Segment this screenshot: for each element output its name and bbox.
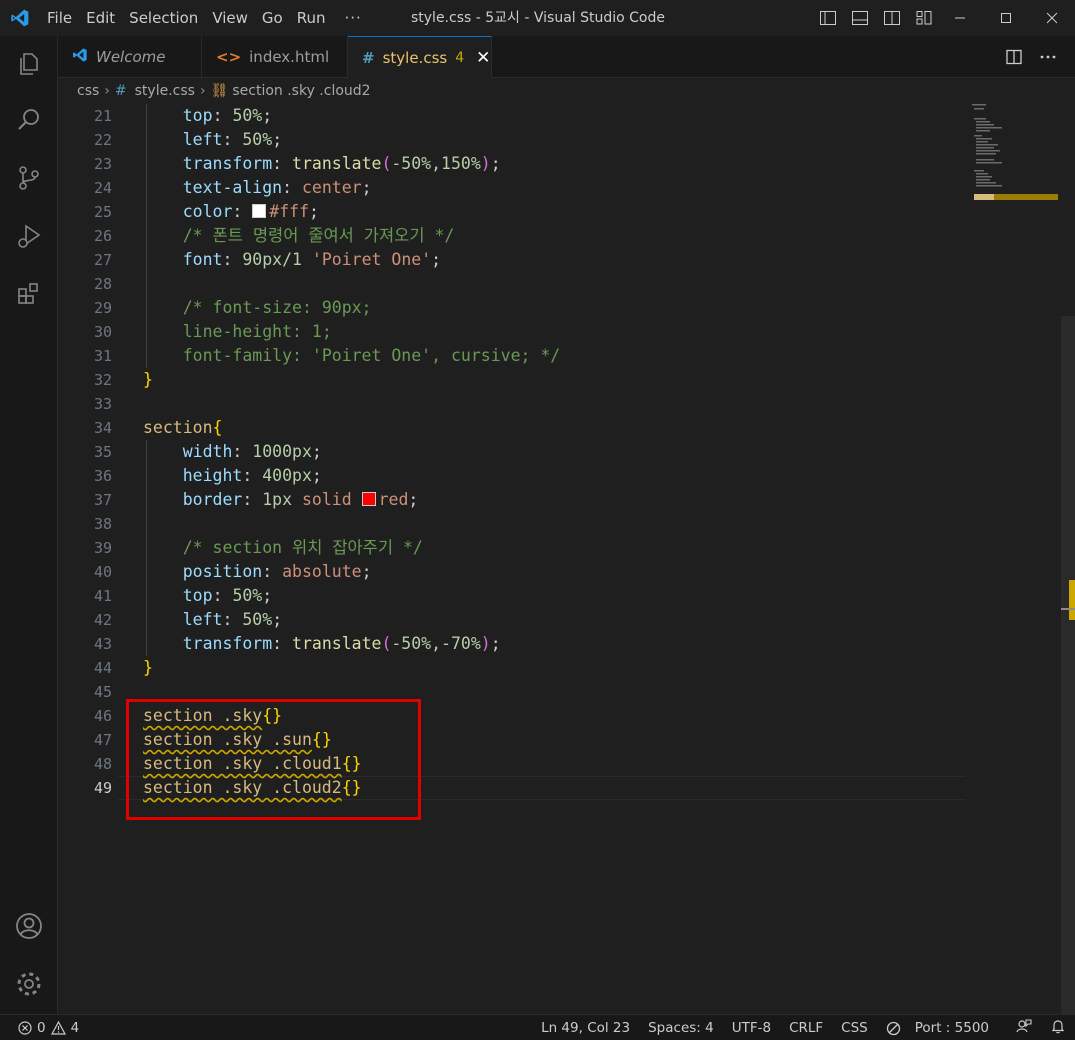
error-icon: [18, 1021, 32, 1035]
notifications-bell-icon[interactable]: [1041, 1018, 1075, 1038]
code-line: 21 top: 50%;: [58, 104, 1061, 128]
tab-index-html[interactable]: <> index.html: [202, 36, 348, 78]
problems-indicator[interactable]: 0 4: [18, 1015, 79, 1040]
code-line: 26 /* 폰트 명령어 줄여서 가져오기 */: [58, 224, 1061, 248]
search-icon[interactable]: [0, 96, 58, 144]
cursor-marker: [1061, 608, 1075, 610]
cursor-position[interactable]: Ln 49, Col 23: [532, 1020, 639, 1036]
code-line: 33: [93, 395, 112, 413]
live-server-port[interactable]: Port : 5500: [877, 1020, 1007, 1036]
error-count: 0: [37, 1020, 46, 1036]
split-editor-icon[interactable]: [1005, 48, 1023, 66]
menu-view[interactable]: View: [205, 0, 255, 36]
code-line: 41 top: 50%;: [58, 584, 1061, 608]
minimize-icon[interactable]: [937, 0, 983, 36]
customize-layout-icon[interactable]: [914, 8, 934, 28]
editor-tabs: Welcome <> index.html # style.css 4 ✕: [58, 36, 1075, 78]
manage-gear-icon[interactable]: [0, 960, 58, 1008]
indentation[interactable]: Spaces: 4: [639, 1020, 723, 1036]
code-line: 40 position: absolute;: [58, 560, 1061, 584]
code-line: 28: [58, 272, 1061, 296]
chevron-right-icon: ›: [199, 83, 206, 99]
menu-go[interactable]: Go: [255, 0, 290, 36]
minimap[interactable]: [972, 104, 1058, 204]
run-debug-icon[interactable]: [0, 212, 58, 260]
vertical-scrollbar[interactable]: [1061, 104, 1075, 1014]
language-mode[interactable]: CSS: [832, 1020, 877, 1036]
code-line: 34 section{: [93, 418, 223, 437]
source-control-icon[interactable]: [0, 154, 58, 202]
code-line: 32}: [93, 370, 153, 389]
warning-icon: [50, 1021, 66, 1035]
tab-label: index.html: [249, 48, 330, 66]
tab-style-css[interactable]: # style.css 4 ✕: [348, 36, 492, 78]
menu-edit[interactable]: Edit: [79, 0, 122, 36]
toggle-panel-icon[interactable]: [850, 8, 870, 28]
menu-file[interactable]: File: [40, 0, 79, 36]
code-line: 44}: [93, 658, 153, 677]
red-annotation-box: [126, 699, 421, 820]
port-label: Port : 5500: [914, 1020, 989, 1036]
explorer-icon[interactable]: [0, 40, 58, 88]
code-line: 36 height: 400px;: [58, 464, 1061, 488]
extensions-icon[interactable]: [0, 270, 58, 318]
accounts-icon[interactable]: [0, 902, 58, 950]
code-line: 42 left: 50%;: [58, 608, 1061, 632]
color-swatch-white[interactable]: [252, 204, 267, 218]
layout-controls: [818, 8, 934, 28]
code-line: 24 text-align: center;: [58, 176, 1061, 200]
tab-welcome[interactable]: Welcome: [58, 36, 202, 78]
feedback-icon[interactable]: [1007, 1018, 1041, 1038]
code-line: 22 left: 50%;: [58, 128, 1061, 152]
breadcrumb-symbol[interactable]: section .sky .cloud2: [232, 83, 370, 99]
toggle-secondary-sidebar-icon[interactable]: [882, 8, 902, 28]
color-swatch-red[interactable]: [361, 492, 376, 506]
code-line: 23 transform: translate(-50%,150%);: [58, 152, 1061, 176]
close-window-icon[interactable]: [1029, 0, 1075, 36]
symbol-class-icon: ⛓: [210, 83, 229, 99]
problem-count-badge: 4: [455, 49, 465, 66]
window-title: style.css - 5교시 - Visual Studio Code: [410, 10, 665, 26]
vscode-icon: [72, 47, 88, 67]
activity-bar: [0, 36, 58, 1014]
editor-actions: [1005, 36, 1075, 78]
code-line: 43 transform: translate(-50%,-70%);: [58, 632, 1061, 656]
code-line: 38: [58, 512, 1061, 536]
close-icon[interactable]: ✕: [476, 48, 490, 68]
status-bar-right: Ln 49, Col 23 Spaces: 4 UTF-8 CRLF CSS P…: [532, 1015, 1075, 1040]
line-ending[interactable]: CRLF: [780, 1020, 832, 1036]
code-line: 30 line-height: 1;: [58, 320, 1061, 344]
menu-selection[interactable]: Selection: [122, 0, 205, 36]
html-icon: <>: [216, 48, 242, 66]
window-controls: [937, 0, 1075, 36]
css-hash-icon: #: [362, 48, 375, 67]
title-bar: File Edit Selection View Go Run ··· styl…: [0, 0, 1075, 36]
code-line: 25 color: #fff;: [58, 200, 1061, 224]
breadcrumb: css › # style.css › ⛓ section .sky .clou…: [58, 78, 1075, 104]
chevron-right-icon: ›: [104, 83, 110, 99]
code-line: 27 font: 90px/1 'Poiret One';: [58, 248, 1061, 272]
breadcrumb-folder[interactable]: css: [77, 83, 99, 99]
breadcrumb-file[interactable]: style.css: [135, 83, 195, 99]
tab-label: style.css: [382, 48, 448, 67]
code-line: 39 /* section 위치 잡아주기 */: [58, 536, 1061, 560]
tab-label: Welcome: [96, 48, 166, 66]
warning-count: 4: [70, 1020, 80, 1036]
status-bar: 0 4 Ln 49, Col 23 Spaces: 4 UTF-8 CRLF C…: [0, 1014, 1075, 1040]
scrollbar-thumb[interactable]: [1061, 316, 1075, 1014]
code-line: 31 font-family: 'Poiret One', cursive; *…: [58, 344, 1061, 368]
more-actions-icon[interactable]: [1039, 48, 1057, 66]
css-hash-icon: #: [114, 83, 127, 99]
vscode-logo-icon: [0, 0, 40, 36]
toggle-primary-sidebar-icon[interactable]: [818, 8, 838, 28]
code-line: 37 border: 1px solid red;: [58, 488, 1061, 512]
warning-marker: [1069, 580, 1075, 620]
code-line: 29 /* font-size: 90px;: [58, 296, 1061, 320]
maximize-icon[interactable]: [983, 0, 1029, 36]
port-block-icon: [886, 1021, 900, 1035]
code-editor[interactable]: 21 top: 50%; 22 left: 50%; 23 transform:…: [58, 104, 1061, 1014]
code-line: 35 width: 1000px;: [58, 440, 1061, 464]
encoding[interactable]: UTF-8: [723, 1020, 780, 1036]
